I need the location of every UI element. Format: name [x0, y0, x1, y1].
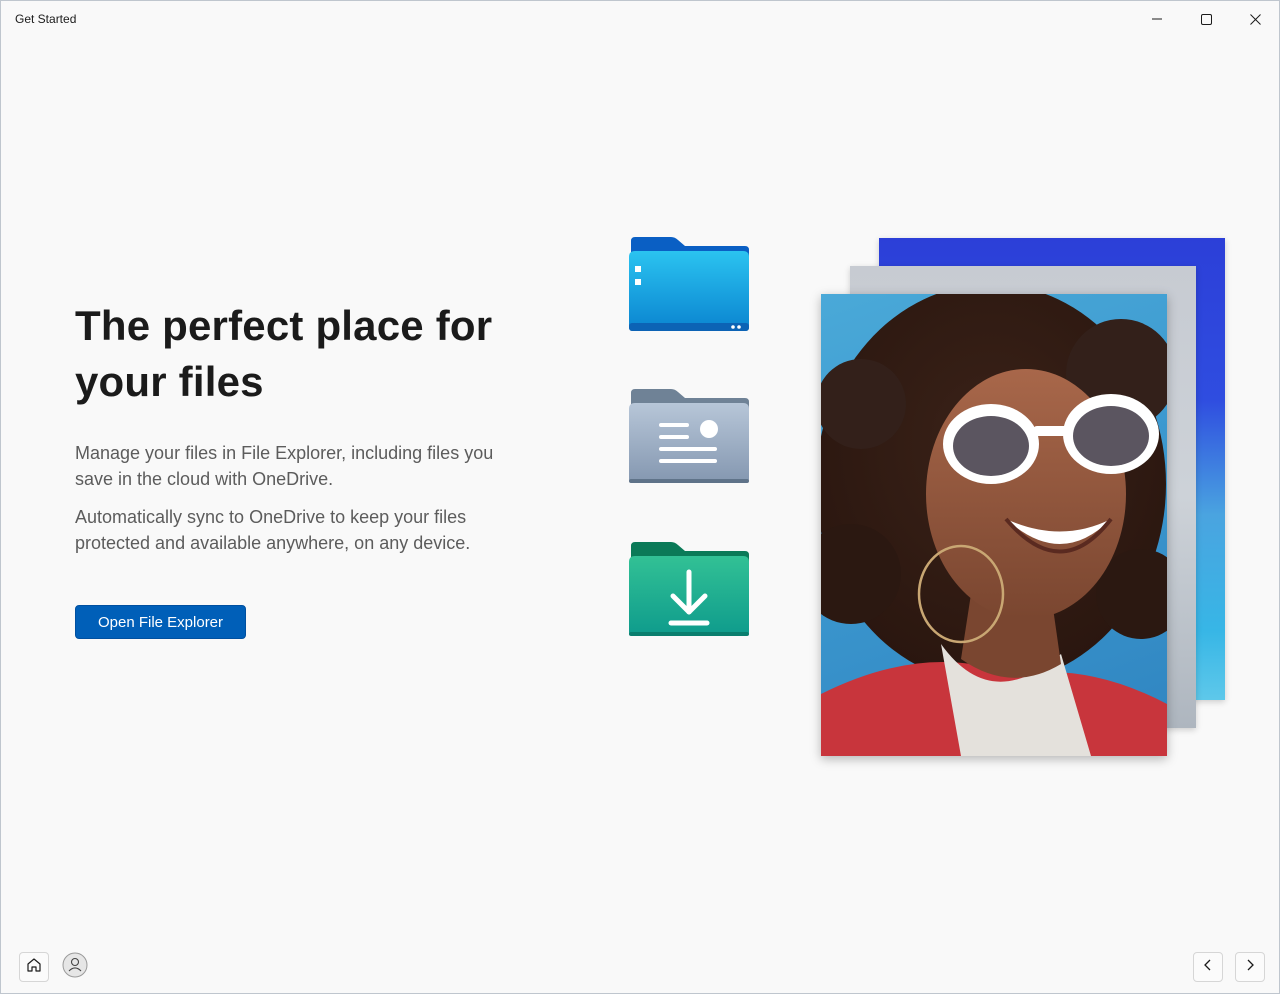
person-icon — [62, 952, 88, 983]
file-explorer-folder-icon — [627, 235, 751, 335]
description-paragraph-2: Automatically sync to OneDrive to keep y… — [75, 507, 471, 553]
description-paragraph-1: Manage your files in File Explorer, incl… — [75, 443, 494, 489]
page-headline: The perfect place for your files — [75, 302, 493, 405]
previous-button[interactable] — [1193, 952, 1223, 982]
chevron-left-icon — [1202, 958, 1214, 976]
account-button[interactable] — [60, 952, 90, 982]
close-button[interactable] — [1231, 1, 1279, 37]
home-icon — [26, 957, 42, 978]
maximize-button[interactable] — [1182, 1, 1230, 37]
title-bar[interactable]: Get Started — [1, 1, 1279, 37]
photo-stack-illustration — [816, 233, 1236, 763]
close-icon — [1249, 13, 1261, 25]
get-started-window: Get Started The perfect place for your f… — [0, 0, 1280, 994]
chevron-right-icon — [1244, 958, 1256, 976]
documents-folder-icon — [627, 387, 751, 487]
next-button[interactable] — [1235, 952, 1265, 982]
minimize-button[interactable] — [1133, 1, 1181, 37]
portrait-photo — [821, 294, 1167, 756]
downloads-folder-icon — [627, 540, 751, 640]
open-file-explorer-button[interactable]: Open File Explorer — [75, 605, 246, 639]
home-button[interactable] — [19, 952, 49, 982]
minimize-icon — [1152, 14, 1162, 24]
maximize-icon — [1200, 13, 1212, 25]
window-title: Get Started — [15, 12, 77, 26]
